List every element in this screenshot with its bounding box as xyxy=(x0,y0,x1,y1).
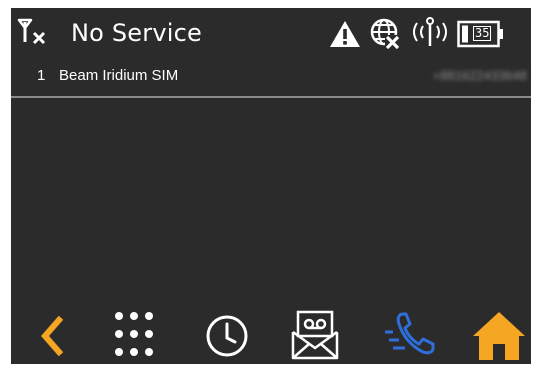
sim-list-item[interactable]: 1 Beam Iridium SIM +881622433648 xyxy=(11,58,531,98)
bottom-navigation-bar xyxy=(11,302,531,364)
voicemail-button[interactable] xyxy=(285,306,345,362)
back-button[interactable] xyxy=(21,306,81,362)
warning-icon[interactable] xyxy=(329,20,361,48)
phone-screen: No Service 35 1 Beam Iridium SIM +881622… xyxy=(11,8,531,364)
chevron-left-icon xyxy=(41,315,64,357)
phone-call-icon xyxy=(385,312,435,355)
dialpad-icon xyxy=(115,312,153,356)
home-icon xyxy=(473,312,525,360)
sim-number: +881622433648 xyxy=(432,68,527,83)
antenna-icon[interactable] xyxy=(411,16,449,50)
voicemail-envelope-icon xyxy=(291,310,339,360)
status-icons: 35 xyxy=(327,14,527,52)
status-bar: No Service 35 xyxy=(11,8,531,58)
sim-index: 1 xyxy=(37,67,46,84)
dialpad-button[interactable] xyxy=(104,306,164,362)
sim-name: Beam Iridium SIM xyxy=(59,67,179,84)
clock-icon xyxy=(206,315,248,357)
no-signal-icon xyxy=(17,18,46,45)
no-network-globe-icon[interactable] xyxy=(367,17,403,51)
call-log-button[interactable] xyxy=(197,306,257,362)
service-status-title: No Service xyxy=(71,19,202,47)
battery-level-label: 35 xyxy=(473,26,492,41)
phone-button[interactable] xyxy=(379,306,439,362)
home-button[interactable] xyxy=(469,306,529,362)
